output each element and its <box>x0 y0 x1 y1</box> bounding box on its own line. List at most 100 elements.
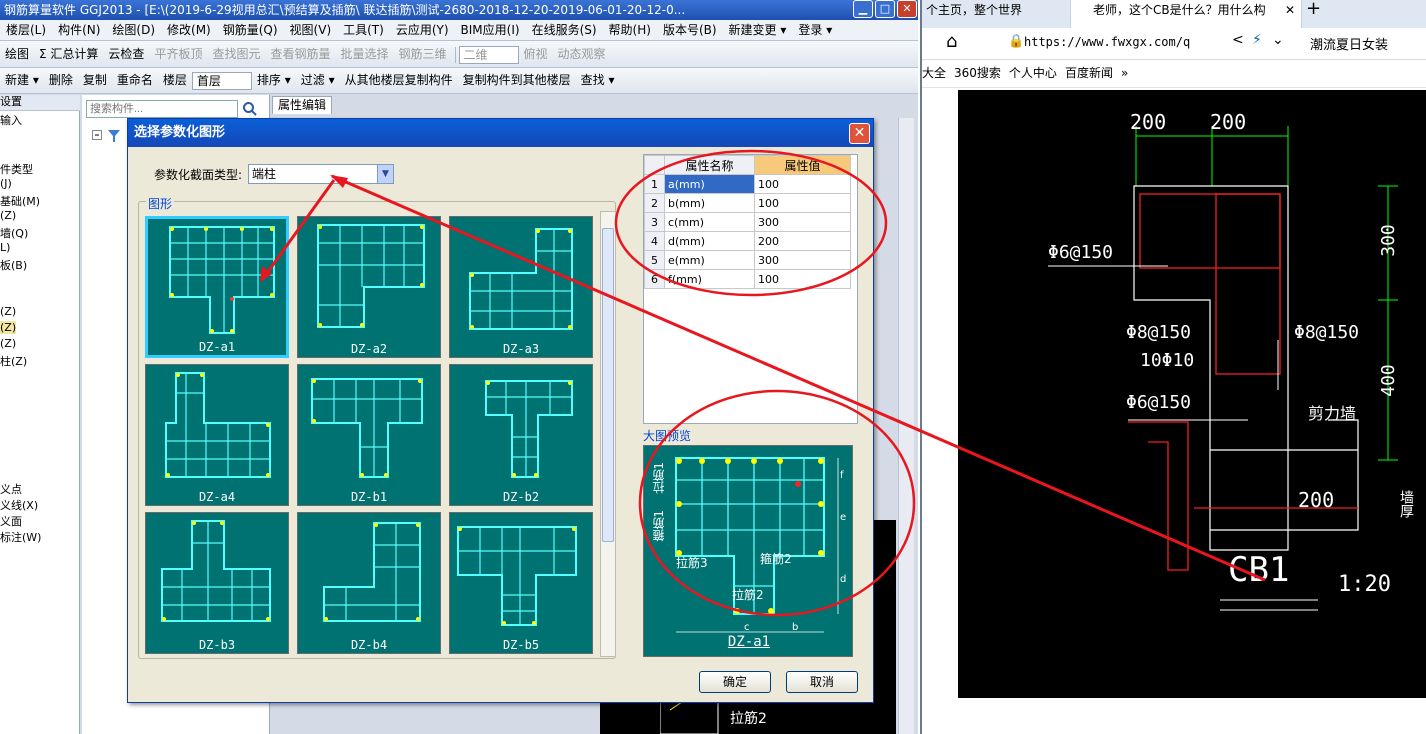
property-value[interactable]: 300 <box>754 212 851 232</box>
shape-thumb-dz-b5[interactable]: DZ-b5 <box>449 512 593 654</box>
menu-new-change[interactable]: 新建变更 ▾ <box>723 20 793 40</box>
menu-floor[interactable]: 楼层(L) <box>0 20 52 40</box>
orbit-button[interactable]: 动态观察 <box>553 41 611 67</box>
home-icon[interactable]: ⌂ <box>946 31 957 52</box>
find-button[interactable]: 查找 ▾ <box>576 68 620 93</box>
nav-item[interactable]: 墙(Q) <box>0 225 28 241</box>
menu-version[interactable]: 版本号(B) <box>657 20 723 40</box>
nav-item[interactable]: (J) <box>0 177 12 190</box>
nav-item[interactable]: L) <box>0 241 10 254</box>
close-tab-icon[interactable]: ✕ <box>1285 0 1295 20</box>
table-row[interactable]: 2 b(mm) 100 <box>644 193 851 213</box>
nav-item[interactable]: 义线(X) <box>0 497 38 513</box>
property-value[interactable]: 300 <box>754 250 851 270</box>
tree-filter-icon[interactable] <box>92 129 122 143</box>
section-type-select[interactable]: 端柱 ▼ <box>248 164 394 184</box>
menu-bim[interactable]: BIM应用(I) <box>455 20 526 40</box>
rebar-3d-button[interactable]: 钢筋三维 <box>394 41 452 67</box>
menu-draw[interactable]: 绘图(D) <box>106 20 161 40</box>
search-suggestion[interactable]: 潮流夏日女装 <box>1310 34 1388 53</box>
menu-modify[interactable]: 修改(M) <box>161 20 217 40</box>
align-slab-top-button[interactable]: 平齐板顶 <box>149 41 207 67</box>
copy-button[interactable]: 复制 <box>78 68 112 93</box>
table-row[interactable]: 5 e(mm) 300 <box>644 250 851 270</box>
canvas-scrollbar[interactable] <box>898 118 914 734</box>
menu-login[interactable]: 登录 ▾ <box>792 20 838 40</box>
search-icon[interactable] <box>242 101 258 117</box>
menu-cloud[interactable]: 云应用(Y) <box>390 20 455 40</box>
view-mode-select[interactable]: 二维 <box>458 45 519 64</box>
table-row[interactable]: 6 f(mm) 100 <box>644 269 851 289</box>
menu-component[interactable]: 构件(N) <box>52 20 106 40</box>
find-element-button[interactable]: 查找图元 <box>207 41 265 67</box>
menu-online[interactable]: 在线服务(S) <box>526 20 603 40</box>
dialog-close-button[interactable]: ✕ <box>849 123 870 144</box>
view-rebar-button[interactable]: 查看钢筋量 <box>265 41 335 67</box>
draw-button[interactable]: 绘图 <box>0 41 34 67</box>
floor-select[interactable]: 首层 <box>191 71 252 90</box>
bookmark-baidu-news[interactable]: 百度新闻 <box>1065 60 1113 86</box>
minimize-button[interactable]: ▁ <box>853 0 873 18</box>
tab-property-edit[interactable]: 属性编辑 <box>272 96 332 114</box>
browser-tab-home[interactable]: 个主页，整个世界 <box>926 0 1066 28</box>
close-window-button[interactable]: ✕ <box>897 0 917 18</box>
nav-item[interactable]: 义面 <box>0 513 22 529</box>
shape-thumb-dz-a1[interactable]: DZ-a1 <box>145 216 289 358</box>
property-value[interactable]: 100 <box>754 193 851 213</box>
nav-item[interactable]: (Z) <box>0 209 16 222</box>
more-bookmarks-icon[interactable]: » <box>1121 60 1128 86</box>
nav-item[interactable]: 件类型 <box>0 161 33 177</box>
cancel-button[interactable]: 取消 <box>786 671 858 693</box>
nav-item-selected[interactable]: (Z) <box>0 321 17 334</box>
shape-thumb-dz-b2[interactable]: DZ-b2 <box>449 364 593 506</box>
url-text[interactable]: https://www.fwxgx.com/q <box>1024 35 1190 49</box>
shape-thumb-dz-b1[interactable]: DZ-b1 <box>297 364 441 506</box>
maximize-button[interactable]: □ <box>875 0 895 18</box>
gallery-scrollbar[interactable] <box>600 211 616 657</box>
nav-item[interactable]: 设置 <box>0 93 22 109</box>
nav-item[interactable]: (Z) <box>0 305 16 318</box>
nav-item[interactable]: 柱(Z) <box>0 353 27 369</box>
nav-item[interactable]: 标注(W) <box>0 529 41 545</box>
nav-item[interactable]: 义点 <box>0 481 22 497</box>
menu-view[interactable]: 视图(V) <box>284 20 338 40</box>
nav-item[interactable]: (Z) <box>0 337 16 350</box>
copy-from-floor-button[interactable]: 从其他楼层复制构件 <box>340 68 458 93</box>
property-value[interactable]: 100 <box>754 174 851 194</box>
nav-item[interactable]: 板(B) <box>0 257 27 273</box>
shape-thumb-dz-a2[interactable]: DZ-a2 <box>297 216 441 358</box>
batch-select-button[interactable]: 批量选择 <box>335 41 393 67</box>
cloud-check-button[interactable]: 云检查 <box>103 41 149 67</box>
shape-thumb-dz-b3[interactable]: DZ-b3 <box>145 512 289 654</box>
new-component-button[interactable]: 新建 ▾ <box>0 68 44 93</box>
sort-button[interactable]: 排序 ▾ <box>252 68 296 93</box>
nav-item[interactable]: 基础(M) <box>0 193 40 209</box>
shape-thumb-dz-a3[interactable]: DZ-a3 <box>449 216 593 358</box>
delete-button[interactable]: 删除 <box>44 68 78 93</box>
share-icon[interactable]: < <box>1232 32 1244 48</box>
top-view-button[interactable]: 俯视 <box>519 41 553 67</box>
shape-thumb-dz-a4[interactable]: DZ-a4 <box>145 364 289 506</box>
bookmark-personal-center[interactable]: 个人中心 <box>1009 60 1057 86</box>
summary-calc-button[interactable]: Σ 汇总计算 <box>34 41 103 67</box>
shape-thumb-dz-b4[interactable]: DZ-b4 <box>297 512 441 654</box>
ok-button[interactable]: 确定 <box>699 671 771 693</box>
new-tab-icon[interactable]: + <box>1306 0 1321 18</box>
table-row[interactable]: 4 d(mm) 200 <box>644 231 851 251</box>
component-search-input[interactable] <box>86 100 238 118</box>
table-row[interactable]: 3 c(mm) 300 <box>644 212 851 232</box>
bookmark-item[interactable]: 大全 <box>922 60 946 86</box>
menu-rebar[interactable]: 钢筋量(Q) <box>217 20 284 40</box>
scrollbar-thumb[interactable] <box>602 228 614 542</box>
chevron-down-icon[interactable]: ⌄ <box>1272 32 1284 48</box>
rename-button[interactable]: 重命名 <box>112 68 158 93</box>
nav-item[interactable]: 输入 <box>0 112 22 128</box>
property-value[interactable]: 200 <box>754 231 851 251</box>
chevron-down-icon[interactable]: ▼ <box>377 165 393 183</box>
table-row[interactable]: 1 a(mm) 100 <box>644 174 851 194</box>
lightning-icon[interactable]: ⚡ <box>1252 32 1262 48</box>
bookmark-360-search[interactable]: 360搜索 <box>954 60 1001 86</box>
filter-button[interactable]: 过滤 ▾ <box>296 68 340 93</box>
browser-tab-active[interactable]: 老师，这个CB是什么？用什么构 ✕ <box>1070 0 1302 28</box>
property-value[interactable]: 100 <box>754 269 851 289</box>
